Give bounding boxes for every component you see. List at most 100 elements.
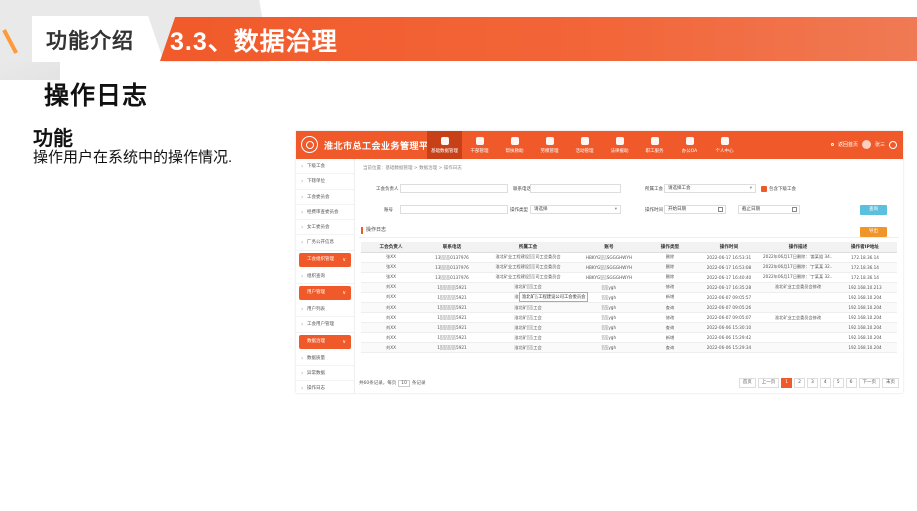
table-cell: 张XX xyxy=(361,252,421,263)
column-header[interactable]: 操作时间 xyxy=(695,242,763,253)
prev-page-button[interactable]: 上一页 xyxy=(757,378,780,388)
table-cell: HBKYG░░SGGGHWYH xyxy=(573,272,645,283)
nav-item-5[interactable]: 活动管理 xyxy=(567,131,602,159)
table-row[interactable]: 刘XX 1░░░░░5921 淮北矿░░工会 ░░ygh 修改 2022-06-07 09… xyxy=(361,312,897,324)
page-title: 操作日志 xyxy=(44,82,149,110)
sidebar-item[interactable]: 用户列表 xyxy=(296,302,354,318)
column-header[interactable]: 操作者IP地址 xyxy=(833,242,897,253)
sidebar-item[interactable]: 组织查询 xyxy=(296,269,354,284)
sidebar-item[interactable]: 下级工会 xyxy=(296,159,354,175)
home-icon[interactable] xyxy=(830,143,834,146)
sidebar-item[interactable]: 异常数据 xyxy=(296,366,354,382)
next-page-button[interactable]: 下一页 xyxy=(858,378,880,388)
column-header[interactable]: 账号 xyxy=(573,242,645,253)
table-row[interactable]: 刘XX 1░░░░░5921 淮北矿░░工会 ░░ygh 查询 2022-06-06 15… xyxy=(361,322,897,334)
table-cell xyxy=(763,302,833,314)
nav-item-3[interactable]: 帮扶救助 xyxy=(497,131,532,159)
phone-input[interactable] xyxy=(530,184,621,193)
nav-label: 帮扶救助 xyxy=(505,148,524,154)
home-link[interactable]: 返回首页 xyxy=(838,141,858,148)
page-button[interactable]: 1 xyxy=(781,378,793,388)
end-date-input[interactable]: 截止日期 xyxy=(738,205,800,214)
main-content: 当前位置：基础数据管理 > 数据治理 > 操作日志 工会负责人 联系电话 所属工… xyxy=(355,159,903,393)
nav-item-1[interactable]: 基础数据管理 xyxy=(427,131,462,159)
optype-select[interactable]: 请选择 ▾ xyxy=(530,205,621,214)
nav-item-6[interactable]: 法律援助 xyxy=(602,131,637,159)
table-cell: 2022-06-06 15:29:34 xyxy=(695,342,763,354)
table-cell: 2022-06-06 15:29:42 xyxy=(695,332,763,344)
sidebar-item[interactable]: 工会用户管理 xyxy=(296,317,354,333)
user-name[interactable]: 张三 xyxy=(875,141,885,148)
sidebar-item[interactable]: 经费审查委员会 xyxy=(296,205,354,220)
table-row[interactable]: 张XX 13░░░0137976 淮北矿业工程建设░░司工会委员会 HBKYG░░SG… xyxy=(361,252,897,263)
first-page-button[interactable]: 首页 xyxy=(738,378,756,388)
column-header[interactable]: 操作描述 xyxy=(763,242,833,253)
nav-label: 职工服务 xyxy=(645,148,664,154)
nav-label: 办公OA xyxy=(681,148,698,154)
calendar-icon xyxy=(580,136,589,145)
scale-icon xyxy=(615,136,624,145)
page-size-select[interactable]: 10 xyxy=(398,380,410,387)
sidebar-group[interactable]: 用户管理 xyxy=(299,286,351,301)
sidebar-item[interactable]: 工会委员会 xyxy=(296,190,354,205)
nav-item-7[interactable]: 职工服务 xyxy=(637,131,672,159)
table-cell: HBKYG░░SGGGHWYH xyxy=(573,252,645,263)
column-header[interactable]: 所属工会 xyxy=(483,242,573,253)
table-row[interactable]: 刘XX 1░░░░░5921 淮北矿░░工会 ░░ygh 查询 2022-06-07 09… xyxy=(361,302,897,314)
start-date-input[interactable]: 开始日期 xyxy=(664,205,726,214)
column-header[interactable]: 联系电话 xyxy=(421,242,483,253)
nav-item-2[interactable]: 干部管理 xyxy=(462,131,497,159)
avatar[interactable] xyxy=(861,140,871,149)
page-button[interactable]: 3 xyxy=(807,378,818,388)
column-header[interactable]: 工会负责人 xyxy=(361,242,421,253)
sidebar-item[interactable]: 操作日志 xyxy=(296,381,354,393)
breadcrumb: 当前位置：基础数据管理 > 数据治理 > 操作日志 xyxy=(363,166,462,171)
last-page-button[interactable]: 末页 xyxy=(882,378,899,388)
nav-label: 干部管理 xyxy=(470,148,489,154)
table-cell: 172.18.36.14 xyxy=(833,272,897,283)
table-cell: 淮北矿业工会委员会修改 xyxy=(763,312,833,324)
sidebar-group[interactable]: 数据治理 xyxy=(299,334,351,349)
sidebar-group[interactable]: 工会组织管理 xyxy=(299,252,351,267)
nav-item-4[interactable]: 劳模管理 xyxy=(532,131,567,159)
table-cell: 淮北矿░░工会 xyxy=(483,322,573,334)
nav-item-8[interactable]: 办公OA xyxy=(672,131,707,159)
table-cell: 淮北矿业工程建设░░司工会委员会 xyxy=(483,272,573,283)
page-button[interactable]: 2 xyxy=(794,378,805,388)
union-select[interactable]: 请选择工会 ▾ xyxy=(664,184,756,193)
table-row[interactable]: 刘XX 1░░░░░5921 淮北矿░░工会 ░░ygh 修改 2022-06-17 16… xyxy=(361,282,897,293)
table-body: 张XX 13░░░0137976 淮北矿业工程建设░░司工会委员会 HBKYG░░SG… xyxy=(361,252,897,354)
table-row[interactable]: 张XX 13░░░0137976 淮北矿业工程建设░░司工会委员会 HBKYG░░SG… xyxy=(361,272,897,283)
page-button[interactable]: 4 xyxy=(819,378,831,388)
nav-item-9[interactable]: 个人中心 xyxy=(707,131,742,159)
logout-icon[interactable] xyxy=(889,140,897,149)
column-header[interactable]: 操作类型 xyxy=(645,242,695,253)
include-sub-checkbox[interactable] xyxy=(761,186,767,192)
table-cell: 淮北矿░░工会 xyxy=(483,302,573,314)
table-cell: 淮北矿业工程建设░░司工会委员会 xyxy=(483,252,573,263)
sidebar-item[interactable]: 下辖单位 xyxy=(296,174,354,190)
query-button[interactable]: 查询 xyxy=(860,205,887,215)
table-cell: 13░░░0137976 xyxy=(421,272,483,283)
table-cell: 查询 xyxy=(645,302,695,314)
table-cell: 淮北矿░░工会 xyxy=(483,342,573,354)
account-input[interactable] xyxy=(400,205,508,214)
table-cell: 1░░░░░5921 xyxy=(421,342,483,354)
briefcase-icon xyxy=(685,136,694,145)
table-cell: 2022-06-17 16:53:08 xyxy=(695,262,763,273)
table-row[interactable]: 刘XX 1░░░░░5921 淮北矿░░工会 ░░ygh 查询 2022-06-06 15… xyxy=(361,342,897,354)
sidebar-item[interactable]: 数据质量 xyxy=(296,351,354,366)
leader-input[interactable] xyxy=(400,184,508,193)
nav-label: 基础数据管理 xyxy=(431,148,458,154)
page-button[interactable]: 6 xyxy=(845,378,857,388)
export-button[interactable]: 导出 xyxy=(860,227,887,237)
table-cell: 2022年06月17日删除：'丁某某 32... xyxy=(763,262,833,273)
sidebar-item[interactable]: 厂务公开信息 xyxy=(296,235,354,251)
sidebar-item[interactable]: 女工委员会 xyxy=(296,220,354,236)
table-row[interactable]: 刘XX1░░░░░5921淮北矿░░工会░░ygh新增2022-06-07 09… xyxy=(361,292,897,303)
feature-label: 功能 xyxy=(33,128,73,150)
table-row[interactable]: 张XX 13░░░0137976 淮北矿业工程建设░░司工会委员会 HBKYG░░SG… xyxy=(361,262,897,273)
table-cell: 淮北矿░░工会 xyxy=(483,282,573,293)
page-button[interactable]: 5 xyxy=(832,378,844,388)
table-row[interactable]: 刘XX 1░░░░░5921 淮北矿░░工会 ░░ygh 新增 2022-06-06 15… xyxy=(361,332,897,344)
